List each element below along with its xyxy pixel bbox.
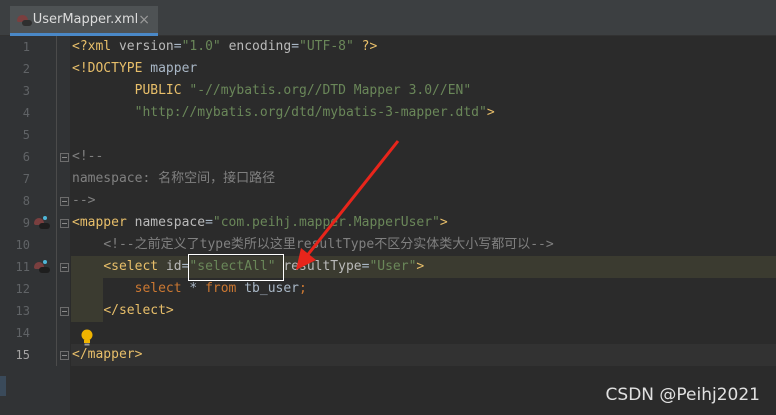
- annotation-arrow: [296, 140, 400, 270]
- watermark: CSDN @Peihj2021: [605, 385, 760, 405]
- lightbulb-icon[interactable]: [80, 329, 94, 347]
- left-edge-marker: [0, 376, 6, 396]
